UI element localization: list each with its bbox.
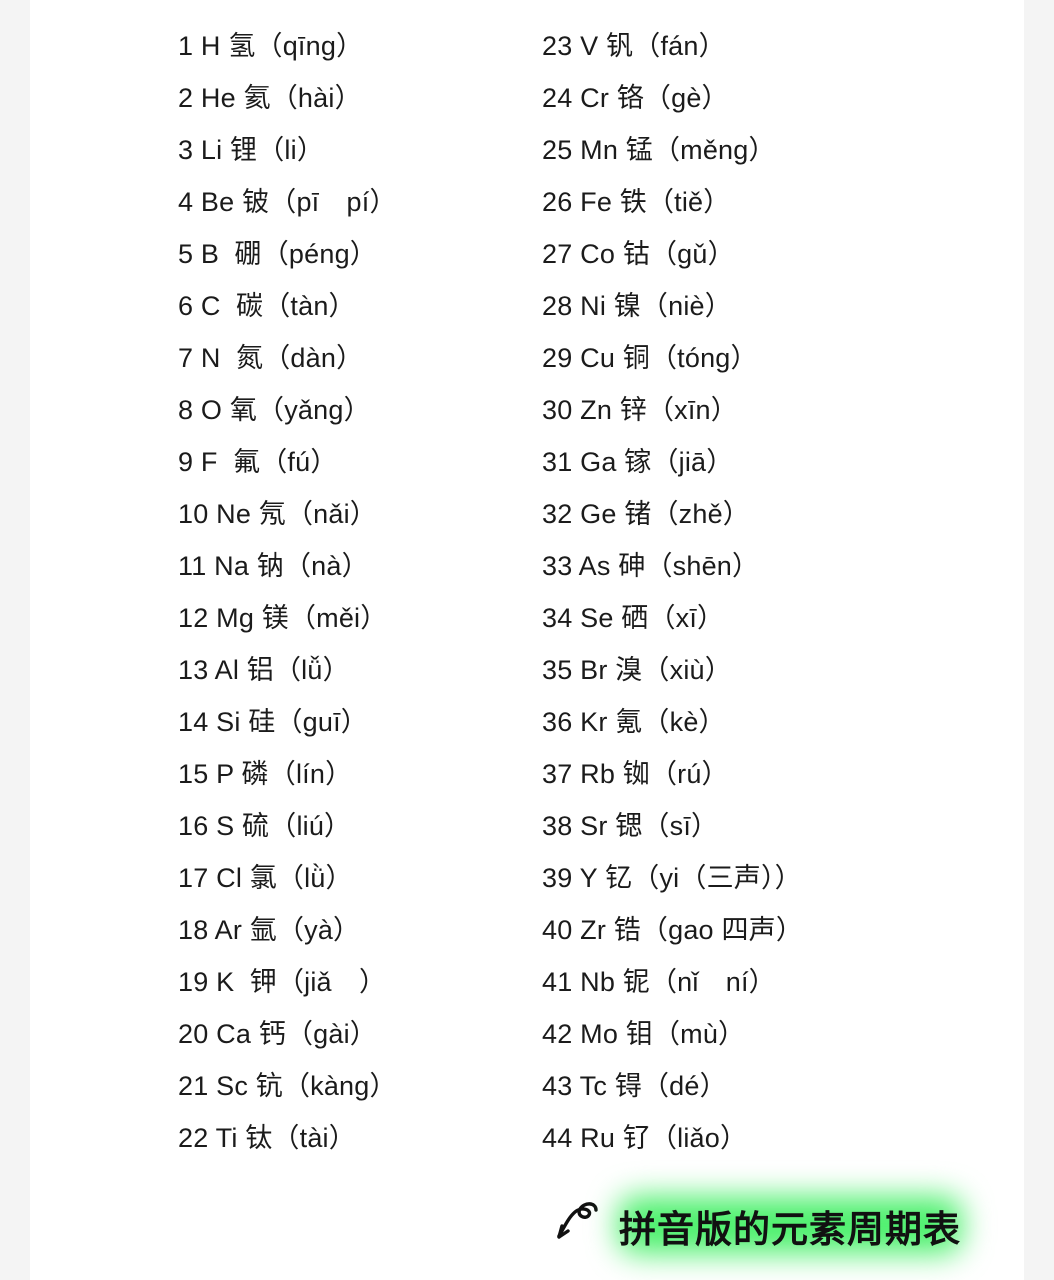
element-entry: 20 Ca 钙（gài）: [178, 1019, 377, 1049]
element-entry: 13 Al 铝（lǚ）: [178, 655, 350, 685]
element-entry: 8 O 氧（yǎng）: [178, 395, 371, 425]
content-card: 1 H 氢（qīng） 2 He 氦（hài） 3 Li 锂（li） 4 Be 铍（p…: [30, 0, 1024, 1280]
element-entry: 40 Zr 锆（gao 四声）: [542, 915, 804, 945]
element-entry: 7 N 氮（dàn）: [178, 343, 364, 373]
element-entry: 3 Li 锂（li）: [178, 135, 325, 165]
element-entry: 36 Kr 氪（kè）: [542, 707, 726, 737]
caption-badge: 拼音版的元素周期表: [600, 1182, 980, 1270]
element-entry: 31 Ga 镓（jiā）: [542, 447, 734, 477]
element-column-left: 1 H 氢（qīng） 2 He 氦（hài） 3 Li 锂（li） 4 Be 铍（p…: [178, 20, 397, 1164]
element-entry: 27 Co 钴（gǔ）: [542, 239, 735, 269]
element-entry: 2 He 氦（hài）: [178, 83, 362, 113]
element-entry: 28 Ni 镍（niè）: [542, 291, 732, 321]
element-entry: 11 Na 钠（nà）: [178, 551, 369, 581]
element-entry: 10 Ne 氖（nǎi）: [178, 499, 377, 529]
element-entry: 5 B 硼（péng）: [178, 239, 377, 269]
caption-label: 拼音版的元素周期表: [619, 1208, 961, 1251]
element-entry: 29 Cu 铜（tóng）: [542, 343, 758, 373]
element-entry: 15 P 磷（lín）: [178, 759, 353, 789]
curly-arrow-down-left-icon: [546, 1200, 602, 1252]
element-list: 1 H 氢（qīng） 2 He 氦（hài） 3 Li 锂（li） 4 Be 铍（p…: [30, 0, 1024, 1180]
element-entry: 41 Nb 铌（nǐ ní）: [542, 967, 776, 997]
element-entry: 21 Sc 钪（kàng）: [178, 1071, 397, 1101]
element-entry: 6 C 碳（tàn）: [178, 291, 356, 321]
page-root: 1 H 氢（qīng） 2 He 氦（hài） 3 Li 锂（li） 4 Be 铍（p…: [0, 0, 1054, 1280]
element-entry: 4 Be 铍（pī pí）: [178, 187, 397, 217]
element-entry: 34 Se 硒（xī）: [542, 603, 725, 633]
element-entry: 17 Cl 氯（lǜ）: [178, 863, 353, 893]
element-entry: 33 As 砷（shēn）: [542, 551, 760, 581]
element-entry: 37 Rb 铷（rú）: [542, 759, 729, 789]
element-entry: 42 Mo 钼（mù）: [542, 1019, 746, 1049]
element-entry: 26 Fe 铁（tiě）: [542, 187, 731, 217]
element-entry: 38 Sr 锶（sī）: [542, 811, 719, 841]
element-entry: 35 Br 溴（xiù）: [542, 655, 732, 685]
element-entry: 16 S 硫（liú）: [178, 811, 352, 841]
element-entry: 22 Ti 钛（tài）: [178, 1123, 356, 1153]
element-entry: 25 Mn 锰（měng）: [542, 135, 776, 165]
element-entry: 44 Ru 钌（liǎo）: [542, 1123, 748, 1153]
element-entry: 19 K 钾（jiǎ ）: [178, 967, 387, 997]
element-entry: 30 Zn 锌（xīn）: [542, 395, 738, 425]
element-entry: 18 Ar 氩（yà）: [178, 915, 361, 945]
element-entry: 1 H 氢（qīng）: [178, 31, 364, 61]
element-entry: 9 F 氟（fú）: [178, 447, 338, 477]
element-column-right: 23 V 钒（fán） 24 Cr 铬（gè） 25 Mn 锰（měng） 26 Fe…: [542, 20, 803, 1164]
element-entry: 12 Mg 镁（měi）: [178, 603, 388, 633]
caption-area: 拼音版的元素周期表: [30, 1176, 1024, 1280]
element-entry: 14 Si 硅（guī）: [178, 707, 368, 737]
element-entry: 23 V 钒（fán）: [542, 31, 726, 61]
element-entry: 24 Cr 铬（gè）: [542, 83, 729, 113]
element-entry: 32 Ge 锗（zhě）: [542, 499, 750, 529]
element-entry: 39 Y 钇（yi（三声））: [542, 863, 802, 893]
element-entry: 43 Tc 锝（dé）: [542, 1071, 727, 1101]
